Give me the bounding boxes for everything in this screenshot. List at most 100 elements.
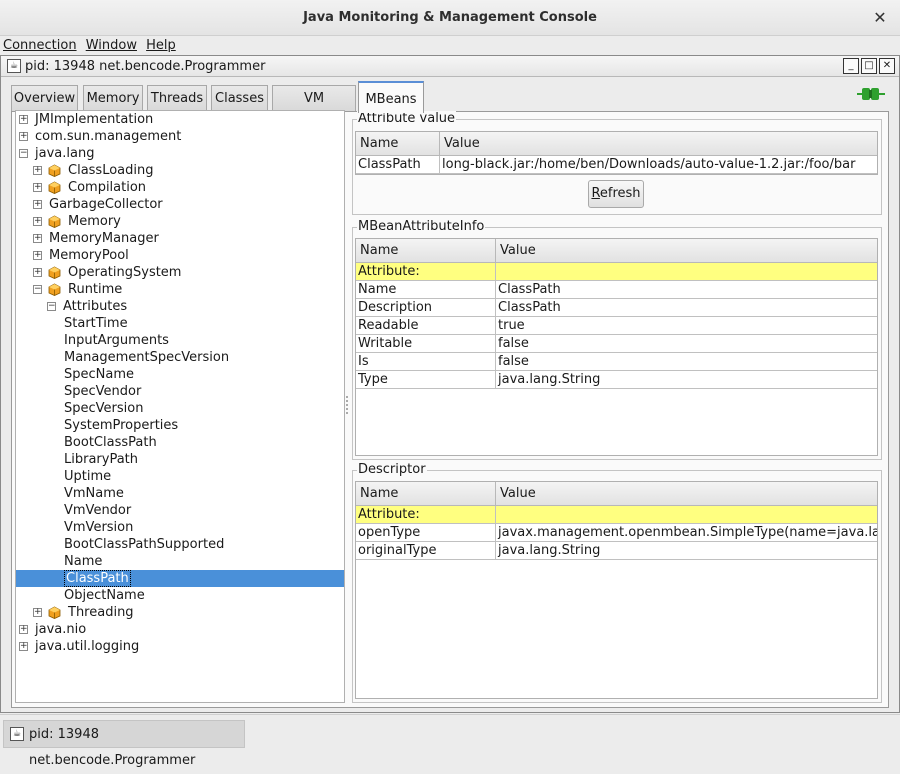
mbean-attribute-info-table: Name Value Attribute: Name ClassPath Descript… <box>355 238 878 456</box>
expand-icon[interactable]: + <box>19 132 28 141</box>
taskbar-window-button[interactable]: ☕ pid: 13948 net.bencode.Programmer <box>3 720 245 768</box>
expand-icon[interactable]: + <box>33 251 42 260</box>
tree-node[interactable]: Uptime <box>16 468 344 485</box>
tree-node[interactable]: + ClassLoading <box>16 162 344 179</box>
expand-icon[interactable]: + <box>19 625 28 634</box>
tree-node[interactable]: SpecVendor <box>16 383 344 400</box>
tree-node[interactable]: VmName <box>16 485 344 502</box>
attr-name-cell: ClassPath <box>356 156 440 174</box>
tree-node[interactable]: + Threading <box>16 604 344 621</box>
minimize-icon[interactable]: _ <box>843 58 859 74</box>
collapse-icon[interactable]: − <box>19 149 28 158</box>
tree-node-label: Threading <box>68 605 134 620</box>
header-value[interactable]: Value <box>496 239 877 263</box>
expand-icon[interactable]: + <box>19 642 28 651</box>
close-icon[interactable]: ✕ <box>870 0 890 36</box>
tree-node[interactable]: InputArguments <box>16 332 344 349</box>
tree-node[interactable]: VmVersion <box>16 519 344 536</box>
expand-icon[interactable]: + <box>19 115 28 124</box>
tree-node[interactable]: + java.nio <box>16 621 344 638</box>
expand-icon[interactable]: + <box>33 217 42 226</box>
expand-icon[interactable]: + <box>33 166 42 175</box>
tree-node[interactable]: − java.lang <box>16 145 344 162</box>
table-row-value: ClassPath <box>496 281 877 299</box>
split-pane-divider[interactable] <box>343 110 351 703</box>
expand-icon[interactable]: + <box>33 200 42 209</box>
header-value[interactable]: Value <box>496 482 877 506</box>
tree-node[interactable]: VmVendor <box>16 502 344 519</box>
menu-window[interactable]: Window <box>86 37 137 54</box>
table-row-value: javax.management.openmbean.SimpleType(na… <box>496 524 877 542</box>
tree-node[interactable]: Name <box>16 553 344 570</box>
expand-icon[interactable]: + <box>33 608 42 617</box>
header-name[interactable]: Name <box>356 239 496 263</box>
maximize-icon[interactable]: □ <box>861 58 877 74</box>
table-row-name: Description <box>356 299 496 317</box>
collapse-icon[interactable]: − <box>33 285 42 294</box>
tree-node[interactable]: + com.sun.management <box>16 128 344 145</box>
header-name[interactable]: Name <box>356 132 440 156</box>
expand-icon[interactable]: + <box>33 234 42 243</box>
tree-node-label: StartTime <box>64 316 128 331</box>
tree-node[interactable]: + Compilation <box>16 179 344 196</box>
collapse-icon[interactable]: − <box>47 302 56 311</box>
tab-mbeans[interactable]: MBeans <box>358 81 424 113</box>
menu-help[interactable]: Help <box>146 37 176 54</box>
tree-node-label: MemoryPool <box>49 248 129 263</box>
tree-node[interactable]: + Memory <box>16 213 344 230</box>
tree-node[interactable]: ObjectName <box>16 587 344 604</box>
tree-node-label: ClassLoading <box>68 163 154 178</box>
close-frame-icon[interactable]: ✕ <box>879 58 895 74</box>
tab-memory[interactable]: Memory <box>83 85 143 112</box>
tree-node[interactable]: + OperatingSystem <box>16 264 344 281</box>
table-row-value: false <box>496 353 877 371</box>
tree-node-label: VmName <box>64 486 124 501</box>
tree-node[interactable]: − Runtime <box>16 281 344 298</box>
expand-icon[interactable]: + <box>33 268 42 277</box>
tree-node[interactable]: + java.util.logging <box>16 638 344 655</box>
menu-connection[interactable]: Connection <box>3 37 77 54</box>
mbean-attribute-info-title: MBeanAttributeInfo <box>357 219 486 235</box>
table-row-name: Readable <box>356 317 496 335</box>
mbean-icon <box>48 164 61 177</box>
tab-threads[interactable]: Threads <box>147 85 207 112</box>
tree-node-label: Runtime <box>68 282 123 297</box>
mbean-icon <box>48 283 61 296</box>
tree-node[interactable]: + MemoryManager <box>16 230 344 247</box>
descriptor-title: Descriptor <box>357 462 427 478</box>
tree-node[interactable]: ClassPath <box>16 570 344 587</box>
refresh-button[interactable]: Refresh <box>588 180 644 208</box>
tree-node[interactable]: BootClassPathSupported <box>16 536 344 553</box>
tab-overview[interactable]: Overview <box>11 85 78 112</box>
tree-node[interactable]: + JMImplementation <box>16 111 344 128</box>
table-row-name: Is <box>356 353 496 371</box>
tree-node-label: VmVendor <box>64 503 132 518</box>
attr-value-cell[interactable]: long-black.jar:/home/ben/Downloads/auto-… <box>440 156 877 174</box>
tree-node[interactable]: SystemProperties <box>16 417 344 434</box>
header-name[interactable]: Name <box>356 482 496 506</box>
table-row-value: ClassPath <box>496 299 877 317</box>
tab-vm-summary[interactable]: VM Summary <box>272 85 356 132</box>
table-row-name: openType <box>356 524 496 542</box>
tree-node[interactable]: BootClassPath <box>16 434 344 451</box>
tree-node[interactable]: + MemoryPool <box>16 247 344 264</box>
tree-node-label: BootClassPath <box>64 435 157 450</box>
mbean-tree[interactable]: + JMImplementation + com.sun.management − jav… <box>15 110 345 703</box>
header-value[interactable]: Value <box>440 132 877 156</box>
tree-node-label: MemoryManager <box>49 231 159 246</box>
expand-icon[interactable]: + <box>33 183 42 192</box>
window-title: Java Monitoring & Management Console <box>303 10 597 25</box>
tab-classes[interactable]: Classes <box>211 85 268 112</box>
tree-node[interactable]: LibraryPath <box>16 451 344 468</box>
tree-node[interactable]: SpecVersion <box>16 400 344 417</box>
tree-node[interactable]: ManagementSpecVersion <box>16 349 344 366</box>
mbean-icon <box>48 215 61 228</box>
tree-node[interactable]: − Attributes <box>16 298 344 315</box>
tree-node-label: OperatingSystem <box>68 265 182 280</box>
tree-node[interactable]: + GarbageCollector <box>16 196 344 213</box>
tree-node[interactable]: StartTime <box>16 315 344 332</box>
tree-node-label: Memory <box>68 214 121 229</box>
tree-node-label: VmVersion <box>64 520 134 535</box>
tree-node[interactable]: SpecName <box>16 366 344 383</box>
section-header-cell: Attribute: <box>356 263 496 281</box>
